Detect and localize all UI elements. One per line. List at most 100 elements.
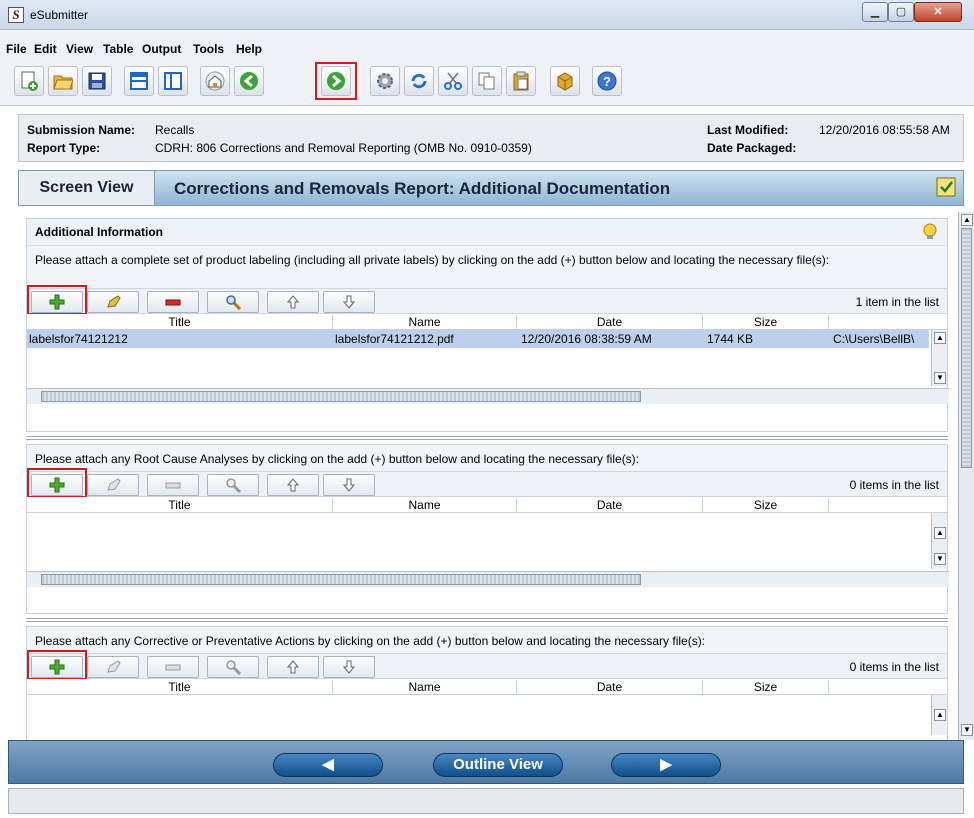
scroll-up-arrow[interactable]: ▲ [934,527,946,539]
scroll-thumb[interactable] [41,391,641,402]
cut-icon[interactable] [438,66,468,96]
add-button[interactable] [31,474,83,496]
scroll-up-arrow[interactable]: ▲ [961,214,973,226]
forward-icon[interactable] [321,66,351,96]
new-document-icon[interactable] [14,66,44,96]
scroll-thumb[interactable] [41,574,641,585]
edit-button[interactable] [87,656,139,678]
cell-size: 1744 KB [707,332,754,346]
plus-icon [49,294,65,310]
minimize-button[interactable]: ▁ [862,2,888,22]
date-packaged-label: Date Packaged: [707,141,797,155]
pencil-icon [107,660,121,673]
move-down-button[interactable] [323,474,375,496]
column-size[interactable]: Size [703,315,829,330]
scroll-down-arrow[interactable]: ▼ [934,553,946,565]
package-icon[interactable] [550,66,580,96]
column-date[interactable]: Date [517,498,703,513]
menu-table[interactable]: Table [103,42,133,56]
navigation-bar: ◀ Outline View ▶ [8,740,964,784]
table-vertical-scrollbar[interactable]: ▲ ▼ [931,330,947,386]
menu-view[interactable]: View [66,42,93,56]
main-vertical-scrollbar[interactable]: ▲ ▼ [958,212,974,740]
table-vertical-scrollbar[interactable]: ▲ ▼ [931,513,947,569]
menu-edit[interactable]: Edit [34,42,57,56]
action-button-row: 0 items in the list [27,650,947,680]
menu-help[interactable]: Help [236,42,262,56]
scroll-up-arrow[interactable]: ▲ [934,709,946,721]
close-button[interactable]: ✕ [914,2,962,22]
table-horizontal-scrollbar[interactable] [27,571,949,587]
table-header: Title Name Date Size [27,679,947,695]
copy-icon[interactable] [472,66,502,96]
column-date[interactable]: Date [517,315,703,330]
svg-text:?: ? [603,74,611,89]
section-divider[interactable] [26,436,948,440]
content-area: Additional Information Please attach a c… [18,212,958,740]
section-divider[interactable] [26,618,948,622]
table-vertical-scrollbar[interactable]: ▲ [931,695,947,735]
column-title[interactable]: Title [27,315,333,330]
checklist-notebook-icon[interactable] [934,175,958,199]
edit-button[interactable] [87,474,139,496]
window-icon[interactable] [124,66,154,96]
paste-icon[interactable] [506,66,536,96]
column-date[interactable]: Date [517,680,703,695]
scroll-up-arrow[interactable]: ▲ [934,332,946,344]
add-button[interactable] [31,291,83,313]
item-count: 1 item in the list [855,295,939,309]
split-view-icon[interactable] [158,66,188,96]
column-size[interactable]: Size [703,680,829,695]
window-title: eSubmitter [30,8,89,22]
save-icon[interactable] [82,66,112,96]
submission-header: Submission Name: Recalls Report Type: CD… [18,114,964,162]
scroll-down-arrow[interactable]: ▼ [961,724,973,736]
move-up-button[interactable] [267,474,319,496]
move-down-button[interactable] [323,291,375,313]
move-up-button[interactable] [267,656,319,678]
edit-button[interactable] [87,291,139,313]
column-name[interactable]: Name [333,498,517,513]
table-row[interactable]: labelsfor74121212 labelsfor74121212.pdf … [27,330,929,348]
move-down-button[interactable] [323,656,375,678]
view-button[interactable] [207,656,259,678]
scroll-thumb[interactable] [961,228,972,468]
column-name[interactable]: Name [333,315,517,330]
title-bar: S eSubmitter ▁ ▢ ✕ [0,0,974,30]
menu-output[interactable]: Output [142,42,181,56]
scroll-down-arrow[interactable]: ▼ [934,372,946,384]
column-name[interactable]: Name [333,680,517,695]
instruction-text: Please attach any Corrective or Preventa… [27,627,947,653]
view-button[interactable] [207,474,259,496]
refresh-icon[interactable] [404,66,434,96]
column-title[interactable]: Title [27,498,333,513]
lightbulb-icon[interactable] [923,223,937,241]
minus-icon [165,299,181,306]
item-count: 0 items in the list [849,478,939,492]
menu-file[interactable]: File [6,42,27,56]
table-horizontal-scrollbar[interactable] [27,388,949,404]
instruction-text: Please attach any Root Cause Analyses by… [27,445,947,471]
outline-view-button[interactable]: Outline View [433,753,563,777]
add-button[interactable] [31,656,83,678]
column-size[interactable]: Size [703,498,829,513]
home-icon[interactable] [200,66,230,96]
maximize-button[interactable]: ▢ [888,2,914,22]
screen-view-tab[interactable]: Screen View [19,171,155,205]
back-icon[interactable] [234,66,264,96]
remove-button[interactable] [147,291,199,313]
settings-icon[interactable] [370,66,400,96]
previous-page-button[interactable]: ◀ [273,753,383,777]
remove-button[interactable] [147,474,199,496]
open-folder-icon[interactable] [48,66,78,96]
last-modified-label: Last Modified: [707,123,789,137]
menu-tools[interactable]: Tools [193,42,224,56]
view-button[interactable] [207,291,259,313]
table-header: Title Name Date Size [27,314,947,330]
next-page-button[interactable]: ▶ [611,753,721,777]
help-icon[interactable]: ? [592,66,622,96]
column-title[interactable]: Title [27,680,333,695]
remove-button[interactable] [147,656,199,678]
root-cause-section: Please attach any Root Cause Analyses by… [26,444,949,614]
move-up-button[interactable] [267,291,319,313]
